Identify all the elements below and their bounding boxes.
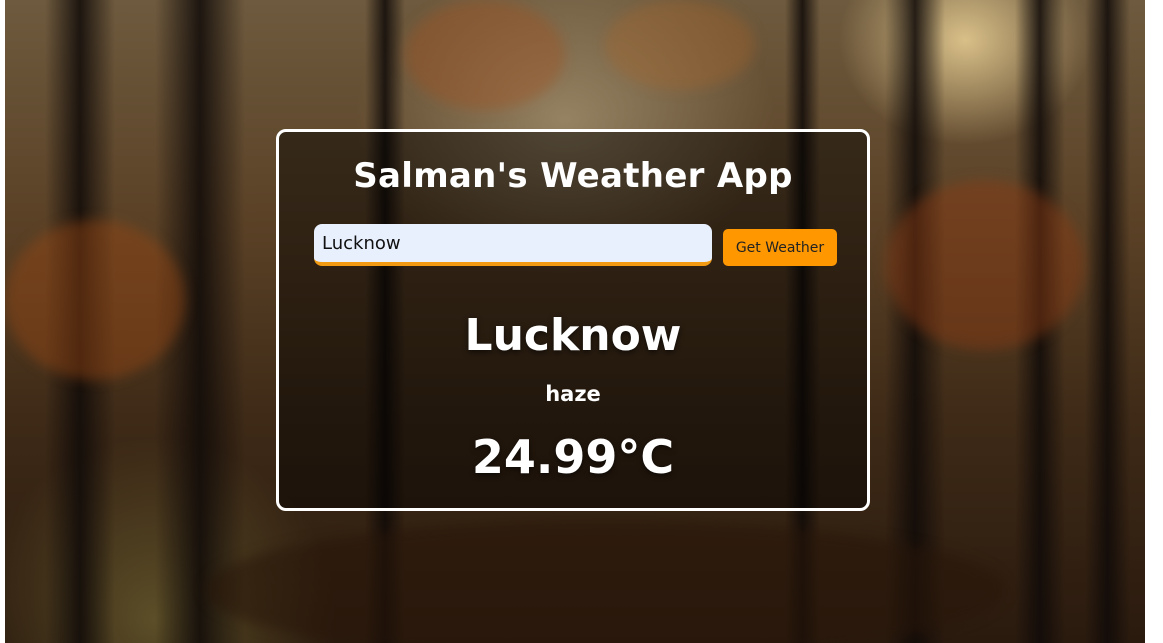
background-foliage xyxy=(405,0,565,110)
weather-description: haze xyxy=(545,382,601,406)
background-tree-trunk xyxy=(1085,0,1130,643)
app-title: Salman's Weather App xyxy=(353,156,793,196)
background-foliage xyxy=(5,220,185,380)
weather-card: Salman's Weather App Get Weather Lucknow… xyxy=(276,129,870,511)
background-foliage xyxy=(605,0,755,90)
city-search-input[interactable] xyxy=(314,224,712,266)
get-weather-button[interactable]: Get Weather xyxy=(723,229,837,266)
temperature-readout: 24.99°C xyxy=(471,430,675,484)
city-name: Lucknow xyxy=(464,310,682,361)
background-foliage xyxy=(885,180,1085,350)
